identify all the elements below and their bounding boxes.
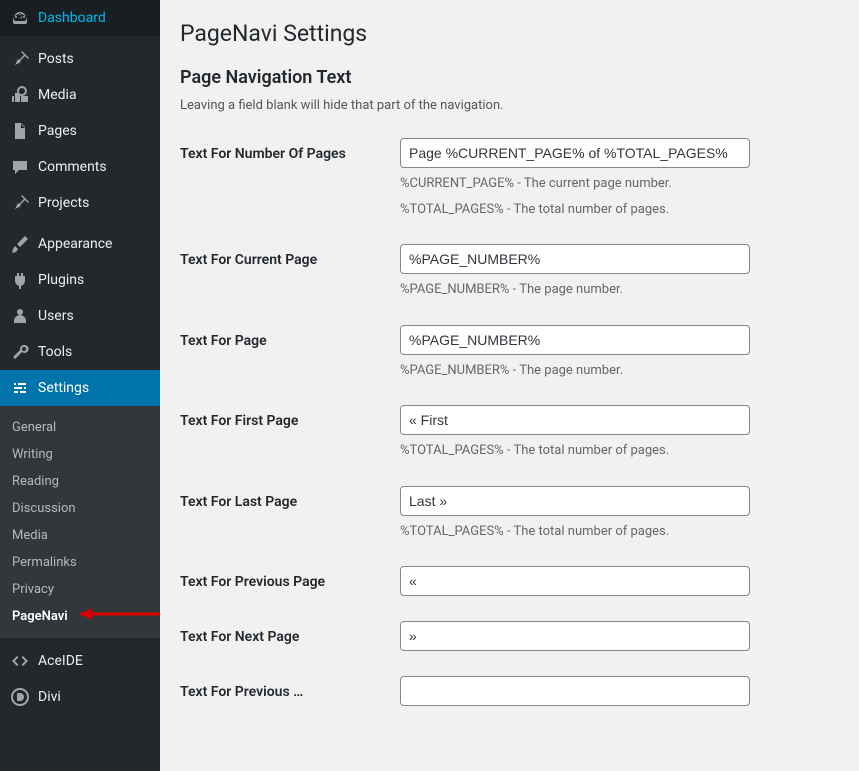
label-first-page: Text For First Page bbox=[180, 405, 400, 429]
plug-icon bbox=[10, 270, 30, 290]
sidebar-item-divi[interactable]: Divi bbox=[0, 679, 160, 715]
label-last-page: Text For Last Page bbox=[180, 486, 400, 510]
input-last-page[interactable] bbox=[400, 486, 750, 516]
sidebar-item-plugins[interactable]: Plugins bbox=[0, 262, 160, 298]
menu-label: Divi bbox=[38, 689, 61, 705]
menu-label: Comments bbox=[38, 159, 107, 175]
menu-label: Projects bbox=[38, 195, 89, 211]
input-page[interactable] bbox=[400, 325, 750, 355]
submenu-item-privacy[interactable]: Privacy bbox=[0, 576, 160, 603]
media-icon bbox=[10, 85, 30, 105]
menu-label: Users bbox=[38, 308, 74, 324]
help-text: %CURRENT_PAGE% - The current page number… bbox=[400, 174, 750, 194]
input-prev-page[interactable] bbox=[400, 566, 750, 596]
sidebar-item-appearance[interactable]: Appearance bbox=[0, 226, 160, 262]
menu-label: AceIDE bbox=[38, 653, 83, 669]
sidebar-item-comments[interactable]: Comments bbox=[0, 149, 160, 185]
main-content: PageNavi Settings Page Navigation Text L… bbox=[160, 0, 859, 771]
help-text: %TOTAL_PAGES% - The total number of page… bbox=[400, 200, 750, 220]
pin-icon bbox=[10, 193, 30, 213]
code-icon bbox=[10, 651, 30, 671]
help-text: %TOTAL_PAGES% - The total number of page… bbox=[400, 441, 750, 461]
label-current-page: Text For Current Page bbox=[180, 244, 400, 268]
sidebar-item-settings[interactable]: Settings bbox=[0, 370, 160, 406]
pages-icon bbox=[10, 121, 30, 141]
section-title: Page Navigation Text bbox=[180, 67, 839, 88]
settings-submenu: General Writing Reading Discussion Media… bbox=[0, 406, 160, 638]
help-text: %TOTAL_PAGES% - The total number of page… bbox=[400, 522, 750, 542]
input-prev-dots[interactable] bbox=[400, 676, 750, 706]
submenu-item-permalinks[interactable]: Permalinks bbox=[0, 549, 160, 576]
dashboard-icon bbox=[10, 8, 30, 28]
help-text: %PAGE_NUMBER% - The page number. bbox=[400, 361, 750, 381]
divi-icon bbox=[10, 687, 30, 707]
input-first-page[interactable] bbox=[400, 405, 750, 435]
menu-label: Dashboard bbox=[38, 10, 106, 26]
menu-label: Media bbox=[38, 87, 77, 103]
submenu-item-reading[interactable]: Reading bbox=[0, 468, 160, 495]
sidebar-item-dashboard[interactable]: Dashboard bbox=[0, 0, 160, 36]
section-description: Leaving a field blank will hide that par… bbox=[180, 98, 839, 113]
label-page: Text For Page bbox=[180, 325, 400, 349]
input-current-page[interactable] bbox=[400, 244, 750, 274]
menu-label: Tools bbox=[38, 344, 72, 360]
menu-label: Appearance bbox=[38, 236, 112, 252]
admin-sidebar: Dashboard Posts Media Pages Comments Pro… bbox=[0, 0, 160, 771]
menu-label: Plugins bbox=[38, 272, 84, 288]
label-prev-page: Text For Previous Page bbox=[180, 566, 400, 590]
sidebar-item-projects[interactable]: Projects bbox=[0, 185, 160, 221]
pin-icon bbox=[10, 49, 30, 69]
submenu-item-media[interactable]: Media bbox=[0, 522, 160, 549]
input-next-page[interactable] bbox=[400, 621, 750, 651]
submenu-item-general[interactable]: General bbox=[0, 414, 160, 441]
label-num-pages: Text For Number Of Pages bbox=[180, 138, 400, 162]
menu-label: Posts bbox=[38, 51, 74, 67]
input-num-pages[interactable] bbox=[400, 138, 750, 168]
sidebar-item-posts[interactable]: Posts bbox=[0, 41, 160, 77]
menu-label: Settings bbox=[38, 380, 89, 396]
sidebar-item-tools[interactable]: Tools bbox=[0, 334, 160, 370]
menu-label: Pages bbox=[38, 123, 77, 139]
sidebar-item-aceide[interactable]: AceIDE bbox=[0, 643, 160, 679]
label-prev-dots: Text For Previous … bbox=[180, 676, 400, 700]
submenu-item-pagenavi[interactable]: PageNavi bbox=[0, 603, 160, 630]
tools-icon bbox=[10, 342, 30, 362]
sidebar-item-pages[interactable]: Pages bbox=[0, 113, 160, 149]
page-title: PageNavi Settings bbox=[180, 20, 839, 47]
label-next-page: Text For Next Page bbox=[180, 621, 400, 645]
settings-icon bbox=[10, 378, 30, 398]
brush-icon bbox=[10, 234, 30, 254]
sidebar-item-users[interactable]: Users bbox=[0, 298, 160, 334]
comments-icon bbox=[10, 157, 30, 177]
sidebar-item-media[interactable]: Media bbox=[0, 77, 160, 113]
users-icon bbox=[10, 306, 30, 326]
submenu-item-discussion[interactable]: Discussion bbox=[0, 495, 160, 522]
help-text: %PAGE_NUMBER% - The page number. bbox=[400, 280, 750, 300]
submenu-item-writing[interactable]: Writing bbox=[0, 441, 160, 468]
